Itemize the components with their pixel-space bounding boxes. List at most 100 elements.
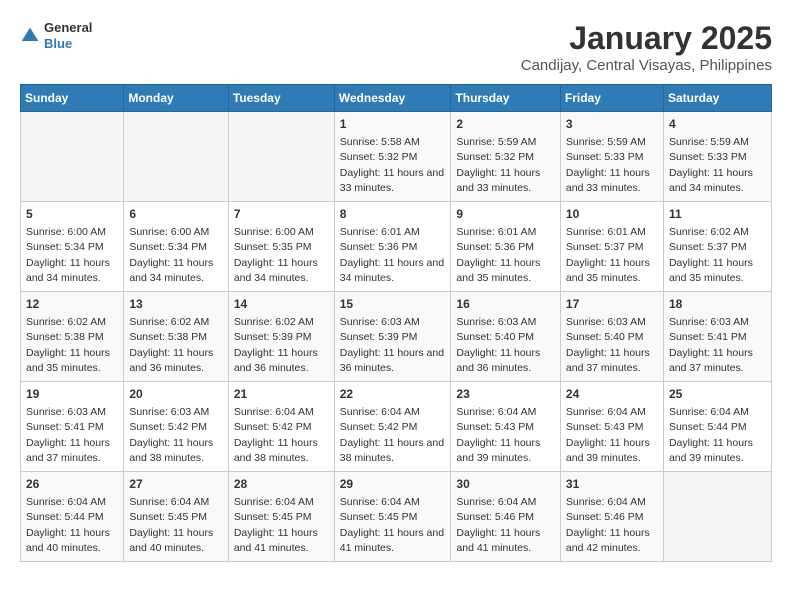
daylight-text: Daylight: 11 hours and 42 minutes. <box>566 527 650 554</box>
page-subtitle: Candijay, Central Visayas, Philippines <box>521 57 772 74</box>
sunrise-text: Sunrise: 5:59 AM <box>669 136 749 148</box>
sunset-text: Sunset: 5:45 PM <box>234 511 312 523</box>
daylight-text: Daylight: 11 hours and 41 minutes. <box>456 527 540 554</box>
sunrise-text: Sunrise: 6:04 AM <box>669 406 749 418</box>
daylight-text: Daylight: 11 hours and 36 minutes. <box>129 347 213 374</box>
sunrise-text: Sunrise: 6:02 AM <box>669 226 749 238</box>
sunrise-text: Sunrise: 6:04 AM <box>234 406 314 418</box>
day-number: 20 <box>129 386 223 403</box>
sunset-text: Sunset: 5:35 PM <box>234 241 312 253</box>
daylight-text: Daylight: 11 hours and 38 minutes. <box>129 437 213 464</box>
daylight-text: Daylight: 11 hours and 34 minutes. <box>340 257 444 284</box>
sunset-text: Sunset: 5:32 PM <box>340 151 418 163</box>
day-number: 14 <box>234 296 329 313</box>
day-number: 23 <box>456 386 554 403</box>
table-row: 16 Sunrise: 6:03 AM Sunset: 5:40 PM Dayl… <box>451 292 560 382</box>
daylight-text: Daylight: 11 hours and 35 minutes. <box>26 347 110 374</box>
sunrise-text: Sunrise: 6:03 AM <box>456 316 536 328</box>
sunrise-text: Sunrise: 6:03 AM <box>566 316 646 328</box>
table-row: 22 Sunrise: 6:04 AM Sunset: 5:42 PM Dayl… <box>334 382 451 472</box>
sunrise-text: Sunrise: 6:03 AM <box>340 316 420 328</box>
table-row <box>228 112 334 202</box>
sunset-text: Sunset: 5:38 PM <box>26 331 104 343</box>
calendar-week-row: 26 Sunrise: 6:04 AM Sunset: 5:44 PM Dayl… <box>21 472 772 562</box>
day-number: 12 <box>26 296 118 313</box>
page-header: General Blue January 2025 Candijay, Cent… <box>20 20 772 74</box>
sunset-text: Sunset: 5:43 PM <box>456 421 534 433</box>
sunrise-text: Sunrise: 6:04 AM <box>566 496 646 508</box>
day-number: 19 <box>26 386 118 403</box>
daylight-text: Daylight: 11 hours and 38 minutes. <box>234 437 318 464</box>
daylight-text: Daylight: 11 hours and 40 minutes. <box>26 527 110 554</box>
sunrise-text: Sunrise: 6:01 AM <box>566 226 646 238</box>
day-number: 11 <box>669 206 766 223</box>
sunrise-text: Sunrise: 6:01 AM <box>456 226 536 238</box>
day-number: 7 <box>234 206 329 223</box>
sunset-text: Sunset: 5:45 PM <box>340 511 418 523</box>
sunrise-text: Sunrise: 6:00 AM <box>234 226 314 238</box>
table-row: 29 Sunrise: 6:04 AM Sunset: 5:45 PM Dayl… <box>334 472 451 562</box>
table-row: 6 Sunrise: 6:00 AM Sunset: 5:34 PM Dayli… <box>124 202 229 292</box>
day-number: 16 <box>456 296 554 313</box>
table-row: 11 Sunrise: 6:02 AM Sunset: 5:37 PM Dayl… <box>663 202 771 292</box>
sunset-text: Sunset: 5:39 PM <box>340 331 418 343</box>
sunset-text: Sunset: 5:33 PM <box>566 151 644 163</box>
table-row: 10 Sunrise: 6:01 AM Sunset: 5:37 PM Dayl… <box>560 202 663 292</box>
table-row: 9 Sunrise: 6:01 AM Sunset: 5:36 PM Dayli… <box>451 202 560 292</box>
sunrise-text: Sunrise: 6:02 AM <box>26 316 106 328</box>
table-row: 1 Sunrise: 5:58 AM Sunset: 5:32 PM Dayli… <box>334 112 451 202</box>
sunset-text: Sunset: 5:46 PM <box>566 511 644 523</box>
table-row: 25 Sunrise: 6:04 AM Sunset: 5:44 PM Dayl… <box>663 382 771 472</box>
day-number: 5 <box>26 206 118 223</box>
daylight-text: Daylight: 11 hours and 36 minutes. <box>340 347 444 374</box>
sunset-text: Sunset: 5:40 PM <box>566 331 644 343</box>
daylight-text: Daylight: 11 hours and 39 minutes. <box>669 437 753 464</box>
table-row: 20 Sunrise: 6:03 AM Sunset: 5:42 PM Dayl… <box>124 382 229 472</box>
day-number: 2 <box>456 116 554 133</box>
sunrise-text: Sunrise: 6:04 AM <box>129 496 209 508</box>
daylight-text: Daylight: 11 hours and 34 minutes. <box>234 257 318 284</box>
calendar-table: Sunday Monday Tuesday Wednesday Thursday… <box>20 84 772 562</box>
daylight-text: Daylight: 11 hours and 34 minutes. <box>129 257 213 284</box>
sunrise-text: Sunrise: 6:04 AM <box>340 406 420 418</box>
calendar-week-row: 1 Sunrise: 5:58 AM Sunset: 5:32 PM Dayli… <box>21 112 772 202</box>
table-row: 28 Sunrise: 6:04 AM Sunset: 5:45 PM Dayl… <box>228 472 334 562</box>
sunrise-text: Sunrise: 6:00 AM <box>129 226 209 238</box>
sunset-text: Sunset: 5:37 PM <box>566 241 644 253</box>
table-row: 26 Sunrise: 6:04 AM Sunset: 5:44 PM Dayl… <box>21 472 124 562</box>
daylight-text: Daylight: 11 hours and 35 minutes. <box>669 257 753 284</box>
calendar-week-row: 19 Sunrise: 6:03 AM Sunset: 5:41 PM Dayl… <box>21 382 772 472</box>
sunset-text: Sunset: 5:33 PM <box>669 151 747 163</box>
table-row: 13 Sunrise: 6:02 AM Sunset: 5:38 PM Dayl… <box>124 292 229 382</box>
daylight-text: Daylight: 11 hours and 34 minutes. <box>26 257 110 284</box>
logo: General Blue <box>20 20 92 51</box>
col-thursday: Thursday <box>451 85 560 112</box>
sunset-text: Sunset: 5:46 PM <box>456 511 534 523</box>
table-row <box>21 112 124 202</box>
col-friday: Friday <box>560 85 663 112</box>
day-number: 8 <box>340 206 446 223</box>
daylight-text: Daylight: 11 hours and 39 minutes. <box>456 437 540 464</box>
day-number: 29 <box>340 476 446 493</box>
sunset-text: Sunset: 5:44 PM <box>26 511 104 523</box>
day-number: 15 <box>340 296 446 313</box>
day-number: 10 <box>566 206 658 223</box>
daylight-text: Daylight: 11 hours and 34 minutes. <box>669 167 753 194</box>
daylight-text: Daylight: 11 hours and 33 minutes. <box>456 167 540 194</box>
sunset-text: Sunset: 5:42 PM <box>129 421 207 433</box>
day-number: 30 <box>456 476 554 493</box>
sunrise-text: Sunrise: 6:04 AM <box>456 406 536 418</box>
daylight-text: Daylight: 11 hours and 41 minutes. <box>340 527 444 554</box>
sunrise-text: Sunrise: 6:04 AM <box>26 496 106 508</box>
day-number: 13 <box>129 296 223 313</box>
sunrise-text: Sunrise: 5:59 AM <box>456 136 536 148</box>
sunrise-text: Sunrise: 6:04 AM <box>234 496 314 508</box>
table-row: 23 Sunrise: 6:04 AM Sunset: 5:43 PM Dayl… <box>451 382 560 472</box>
table-row: 15 Sunrise: 6:03 AM Sunset: 5:39 PM Dayl… <box>334 292 451 382</box>
day-number: 6 <box>129 206 223 223</box>
sunrise-text: Sunrise: 6:04 AM <box>566 406 646 418</box>
sunrise-text: Sunrise: 6:03 AM <box>26 406 106 418</box>
col-wednesday: Wednesday <box>334 85 451 112</box>
table-row: 7 Sunrise: 6:00 AM Sunset: 5:35 PM Dayli… <box>228 202 334 292</box>
sunset-text: Sunset: 5:45 PM <box>129 511 207 523</box>
